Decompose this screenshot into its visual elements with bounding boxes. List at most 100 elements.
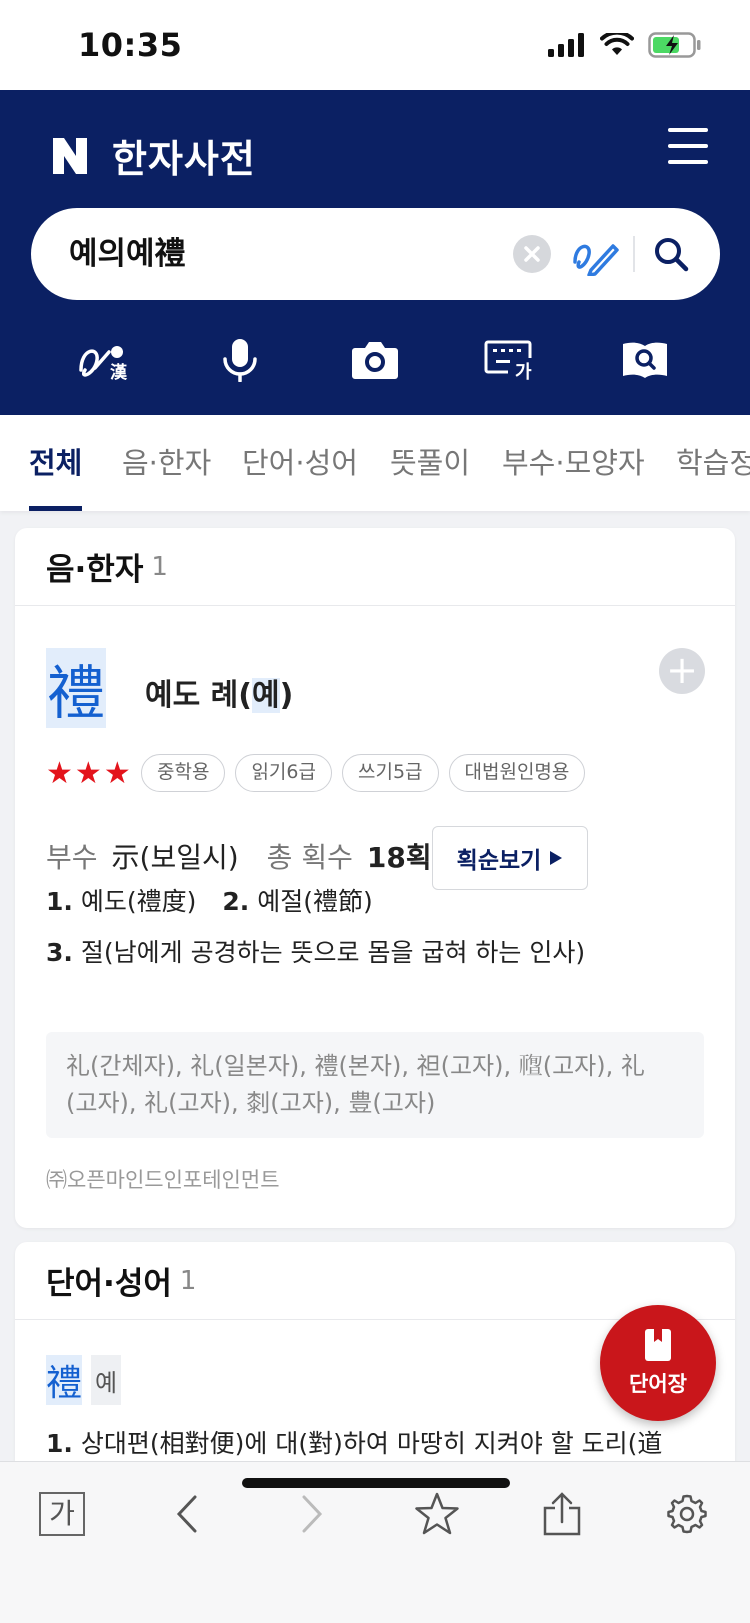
menu-line: [668, 144, 708, 148]
radical-label: 부수: [46, 841, 98, 874]
settings-button[interactable]: [657, 1484, 717, 1544]
definition-line: 3. 절(남에게 공경하는 뜻으로 몸을 굽혀 하는 인사): [46, 933, 585, 969]
tab-all[interactable]: 전체: [29, 415, 83, 511]
hanja-character[interactable]: 禮: [46, 648, 106, 728]
star-icon: ★: [103, 756, 131, 791]
signal-icon: [548, 33, 584, 57]
reading-sound: 예: [251, 678, 280, 713]
search-input[interactable]: 예의예禮: [69, 208, 186, 300]
bookmark-button[interactable]: [407, 1484, 467, 1544]
star-icon: ★: [46, 756, 73, 791]
book-search-icon: [623, 342, 667, 378]
clear-search-button[interactable]: [513, 235, 551, 273]
tab-meaning[interactable]: 뜻풀이: [390, 415, 470, 511]
tab-word-idiom[interactable]: 단어·성어: [242, 415, 358, 511]
bookmark-book-icon: [645, 1329, 671, 1361]
hanja-info: 부수 示(보일시) 총 획수 18획: [46, 836, 460, 876]
search-divider: [633, 236, 635, 272]
camera-icon: [352, 342, 398, 379]
section-header: 단어·성어 1: [15, 1242, 735, 1320]
wifi-icon: [600, 33, 634, 55]
app-logo[interactable]: 한자사전: [50, 128, 256, 183]
menu-line: [668, 160, 708, 164]
radical-value[interactable]: 示(보일시): [112, 836, 239, 876]
definition-number: 1.: [46, 887, 73, 916]
input-tools: 漢 가: [0, 330, 750, 390]
svg-text:가: 가: [515, 362, 532, 380]
section-title: 단어·성어: [46, 1266, 172, 1302]
search-bar[interactable]: 예의예禮: [31, 208, 720, 300]
voice-search-button[interactable]: [205, 330, 275, 390]
strokes-label: 총 획수: [266, 841, 353, 874]
menu-line: [668, 128, 708, 132]
definition-number: 1.: [46, 1429, 73, 1458]
badge-reading-level: 읽기6급: [235, 754, 332, 792]
word-reading: 예: [91, 1355, 121, 1405]
reading-main: 예도 례(: [145, 678, 252, 713]
word-definition: 1. 상대편(相對便)에 대(對)하여 마땅히 지켜야 할 도리(道: [46, 1424, 662, 1460]
rating-stars: ★ ★ ★: [46, 756, 133, 791]
definition-number: 2.: [222, 887, 250, 916]
variant-line: 礼(간체자), 礼(일본자), 禮(본자), 𥘵(고자), 𥛠(고자), 礼: [66, 1052, 645, 1080]
stroke-order-label: 획순보기: [456, 848, 542, 874]
badge-writing-level: 쓰기5급: [341, 754, 439, 792]
level-badges: 중학용 읽기6급 쓰기5급 대법원인명용: [141, 754, 586, 792]
strokes-value: 18획: [366, 841, 432, 874]
status-time: 10:35: [78, 26, 183, 64]
definition-text: 예절(禮節): [257, 887, 373, 916]
close-icon: [524, 246, 540, 262]
app-title: 한자사전: [112, 137, 256, 181]
category-tabs: 전체 음·한자 단어·성어 뜻풀이 부수·모양자 학습정: [0, 415, 750, 511]
status-icons: [548, 32, 702, 58]
handwriting-hanja-button[interactable]: 漢: [70, 330, 140, 390]
definition-text: 절(남에게 공경하는 뜻으로 몸을 굽혀 하는 인사): [80, 938, 586, 967]
camera-search-button[interactable]: [340, 330, 410, 390]
chevron-right-icon: [302, 1495, 323, 1533]
variant-characters: 礼(간체자), 礼(일본자), 禮(본자), 𥘵(고자), 𥛠(고자), 礼 (…: [46, 1032, 704, 1138]
forward-button[interactable]: [282, 1484, 342, 1544]
font-size-icon: 가: [39, 1492, 85, 1536]
search-icon[interactable]: [651, 234, 691, 274]
copyright-text: ㈜오픈마인드인포테인먼트: [46, 1168, 280, 1192]
menu-button[interactable]: [668, 128, 708, 164]
stroke-order-button[interactable]: 획순보기: [432, 826, 588, 890]
tab-radical-shape[interactable]: 부수·모양자: [502, 415, 645, 511]
naver-logo-icon: [53, 137, 87, 174]
tab-learning[interactable]: 학습정: [676, 415, 750, 511]
handwriting-icon[interactable]: [571, 232, 619, 276]
handwriting-hanja-icon: 漢: [79, 346, 128, 382]
home-indicator: [242, 1478, 510, 1488]
definition-line: 1. 예도(禮度) 2. 예절(禮節): [46, 882, 373, 918]
play-arrow-icon: [550, 851, 563, 865]
hanja-result-card: 음·한자 1 禮 예도 례(예) + ★ ★ ★ 중학용 읽기6급 쓰기5급 대법원…: [15, 528, 735, 1228]
definition-text: 예도(禮度): [80, 887, 197, 916]
reading-end: ): [279, 678, 294, 713]
word-hanja[interactable]: 禮: [46, 1355, 82, 1405]
section-count: 1: [151, 551, 168, 582]
add-to-wordbook-button[interactable]: +: [659, 648, 705, 694]
battery-charging-icon: [648, 32, 701, 58]
section-title: 음·한자: [46, 552, 144, 588]
back-button[interactable]: [157, 1484, 217, 1544]
section-count: 1: [179, 1265, 197, 1296]
badge-middle-school: 중학용: [141, 754, 226, 792]
definition-number: 3.: [46, 938, 73, 967]
wordbook-label: 단어장: [629, 1372, 687, 1396]
share-button[interactable]: [532, 1484, 592, 1544]
tab-sound-hanja[interactable]: 음·한자: [122, 415, 211, 511]
gear-icon: [667, 1494, 707, 1534]
status-bar: 10:35: [0, 0, 750, 90]
hanja-reading: 예도 례(예): [145, 670, 293, 714]
font-size-button[interactable]: 가: [32, 1484, 92, 1544]
book-search-button[interactable]: [610, 330, 680, 390]
app-header: 한자사전 예의예禮 漢 가: [0, 90, 750, 415]
share-icon: [543, 1492, 581, 1536]
microphone-icon: [223, 339, 257, 382]
keyboard-input-button[interactable]: 가: [475, 330, 545, 390]
definition-text: 상대편(相對便)에 대(對)하여 마땅히 지켜야 할 도리(道: [80, 1429, 663, 1458]
star-icon: [415, 1492, 459, 1535]
chevron-left-icon: [176, 1495, 197, 1533]
wordbook-button[interactable]: 단어장: [600, 1305, 716, 1421]
section-header: 음·한자 1: [15, 528, 735, 606]
keyboard-icon: 가: [484, 340, 532, 380]
